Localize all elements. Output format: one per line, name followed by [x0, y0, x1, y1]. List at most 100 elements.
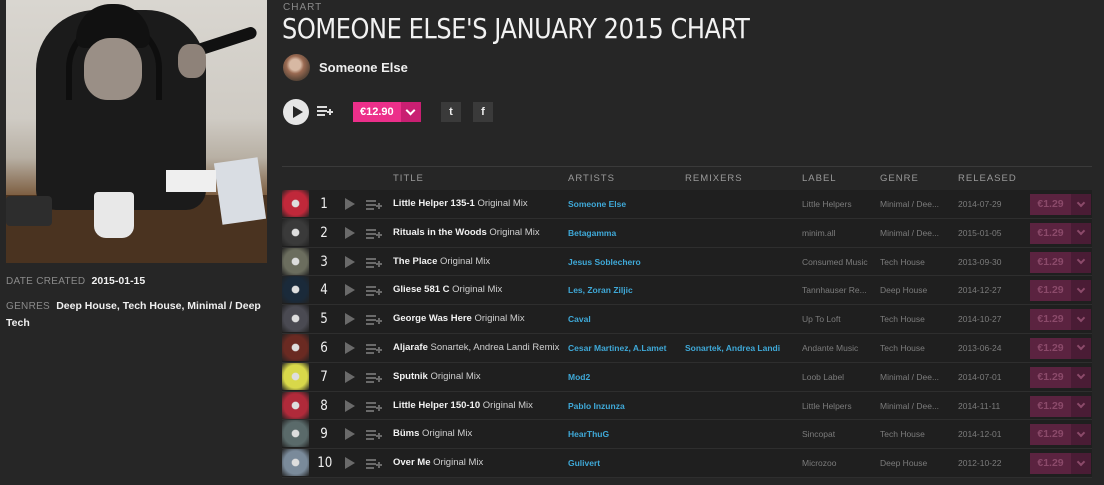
- track-price[interactable]: €1.29: [1030, 424, 1071, 446]
- track-artists[interactable]: Pablo Inzunza: [568, 401, 625, 411]
- add-to-queue-icon[interactable]: [366, 284, 382, 297]
- track-price-dropdown[interactable]: [1071, 309, 1091, 331]
- track-artwork[interactable]: [282, 276, 309, 304]
- play-icon[interactable]: [345, 428, 355, 441]
- track-price-dropdown[interactable]: [1071, 280, 1091, 302]
- track-artwork[interactable]: [282, 420, 309, 448]
- track-artists[interactable]: Caval: [568, 314, 591, 324]
- track-title-link[interactable]: Rituals in the Woods Original Mix: [393, 227, 540, 238]
- track-artwork[interactable]: [282, 218, 309, 246]
- track-label[interactable]: Tannhauser Re...: [802, 285, 867, 295]
- track-title[interactable]: The Place: [393, 256, 437, 267]
- track-price-dropdown[interactable]: [1071, 395, 1091, 417]
- track-artwork[interactable]: [282, 362, 309, 390]
- track-genre[interactable]: Tech House: [880, 343, 925, 353]
- track-genre[interactable]: Minimal / Dee...: [880, 372, 939, 382]
- track-title[interactable]: Little Helper 135-1: [393, 198, 475, 209]
- track-genre[interactable]: Minimal / Dee...: [880, 228, 939, 238]
- track-price-dropdown[interactable]: [1071, 251, 1091, 273]
- column-title[interactable]: TITLE: [393, 173, 424, 184]
- table-row[interactable]: 4 Gliese 581 C Original Mix Les, Zoran Zil…: [282, 276, 1092, 306]
- buy-chart-button[interactable]: €12.90: [353, 102, 421, 122]
- add-to-queue-icon[interactable]: [366, 256, 382, 269]
- track-title[interactable]: Rituals in the Woods: [393, 227, 487, 238]
- column-released[interactable]: RELEASED: [958, 173, 1017, 184]
- track-price-dropdown[interactable]: [1071, 424, 1091, 446]
- track-title-link[interactable]: Büms Original Mix: [393, 428, 472, 439]
- track-title[interactable]: Sputnik: [393, 371, 428, 382]
- column-label[interactable]: LABEL: [802, 173, 837, 184]
- table-row[interactable]: 6 Aljarafe Sonartek, Andrea Landi Remix Ce…: [282, 333, 1092, 363]
- play-icon[interactable]: [345, 255, 355, 268]
- track-title-link[interactable]: Gliese 581 C Original Mix: [393, 284, 502, 295]
- table-row[interactable]: 2 Rituals in the Woods Original Mix Betaga…: [282, 218, 1092, 248]
- track-price[interactable]: €1.29: [1030, 280, 1071, 302]
- track-price[interactable]: €1.29: [1030, 194, 1071, 215]
- track-title[interactable]: Over Me: [393, 457, 431, 468]
- play-icon[interactable]: [345, 399, 355, 412]
- track-genre[interactable]: Tech House: [880, 314, 925, 324]
- track-price[interactable]: €1.29: [1030, 222, 1071, 244]
- facebook-share-button[interactable]: f: [473, 102, 493, 122]
- buy-track-button[interactable]: €1.29: [1030, 395, 1091, 417]
- track-price-dropdown[interactable]: [1071, 453, 1091, 475]
- buy-track-button[interactable]: €1.29: [1030, 194, 1091, 215]
- track-artwork[interactable]: [282, 247, 309, 275]
- track-genre[interactable]: Deep House: [880, 458, 927, 468]
- track-price[interactable]: €1.29: [1030, 337, 1071, 359]
- table-row[interactable]: 8 Little Helper 150-10 Original Mix Pablo …: [282, 391, 1092, 421]
- play-chart-button[interactable]: [283, 99, 309, 125]
- track-artwork[interactable]: [282, 305, 309, 333]
- track-label[interactable]: minim.all: [802, 228, 836, 238]
- play-icon[interactable]: [345, 226, 355, 239]
- buy-track-button[interactable]: €1.29: [1030, 424, 1091, 446]
- track-price[interactable]: €1.29: [1030, 453, 1071, 475]
- buy-track-button[interactable]: €1.29: [1030, 280, 1091, 302]
- buy-track-button[interactable]: €1.29: [1030, 222, 1091, 244]
- table-row[interactable]: 1 Little Helper 135-1 Original Mix Someone…: [282, 190, 1092, 219]
- buy-track-button[interactable]: €1.29: [1030, 309, 1091, 331]
- column-genre[interactable]: GENRE: [880, 173, 919, 184]
- add-to-queue-icon[interactable]: [366, 313, 382, 326]
- track-price[interactable]: €1.29: [1030, 309, 1071, 331]
- track-genre[interactable]: Minimal / Dee...: [880, 199, 939, 209]
- play-icon[interactable]: [345, 457, 355, 470]
- track-artwork[interactable]: [282, 333, 309, 361]
- add-to-queue-icon[interactable]: [366, 428, 382, 441]
- track-artists[interactable]: Betagamma: [568, 228, 616, 238]
- table-row[interactable]: 5 George Was Here Original Mix Caval Up To …: [282, 305, 1092, 334]
- avatar[interactable]: [283, 54, 310, 81]
- play-icon[interactable]: [345, 341, 355, 354]
- track-label[interactable]: Little Helpers: [802, 401, 852, 411]
- track-artists[interactable]: Gulivert: [568, 458, 600, 468]
- track-label[interactable]: Microzoo: [802, 458, 836, 468]
- column-remixers[interactable]: REMIXERS: [685, 173, 743, 184]
- buy-track-button[interactable]: €1.29: [1030, 251, 1091, 273]
- track-remixers[interactable]: Sonartek, Andrea Landi: [685, 343, 780, 353]
- track-title-link[interactable]: Sputnik Original Mix: [393, 371, 481, 382]
- track-title-link[interactable]: The Place Original Mix: [393, 256, 490, 267]
- track-title-link[interactable]: Little Helper 150-10 Original Mix: [393, 400, 533, 411]
- track-label[interactable]: Up To Loft: [802, 314, 841, 324]
- track-genre[interactable]: Deep House: [880, 285, 927, 295]
- track-artwork[interactable]: [282, 449, 309, 477]
- track-title[interactable]: Büms: [393, 428, 419, 439]
- add-to-queue-icon[interactable]: [366, 198, 382, 211]
- buy-track-button[interactable]: €1.29: [1030, 366, 1091, 388]
- track-genre[interactable]: Tech House: [880, 429, 925, 439]
- track-label[interactable]: Consumed Music: [802, 257, 868, 267]
- add-to-queue-icon[interactable]: [366, 400, 382, 413]
- play-icon[interactable]: [345, 284, 355, 297]
- table-row[interactable]: 7 Sputnik Original Mix Mod2 Loob Label Minim…: [282, 362, 1092, 392]
- track-title-link[interactable]: Over Me Original Mix: [393, 457, 483, 468]
- track-title-link[interactable]: Little Helper 135-1 Original Mix: [393, 198, 528, 209]
- track-price-dropdown[interactable]: [1071, 194, 1091, 215]
- track-label[interactable]: Sincopat: [802, 429, 835, 439]
- track-title[interactable]: Gliese 581 C: [393, 284, 450, 295]
- track-genre[interactable]: Minimal / Dee...: [880, 401, 939, 411]
- track-price-dropdown[interactable]: [1071, 366, 1091, 388]
- track-artists[interactable]: Les, Zoran Ziljic: [568, 285, 633, 295]
- track-title[interactable]: George Was Here: [393, 313, 472, 324]
- column-artists[interactable]: ARTISTS: [568, 173, 615, 184]
- track-price-dropdown[interactable]: [1071, 222, 1091, 244]
